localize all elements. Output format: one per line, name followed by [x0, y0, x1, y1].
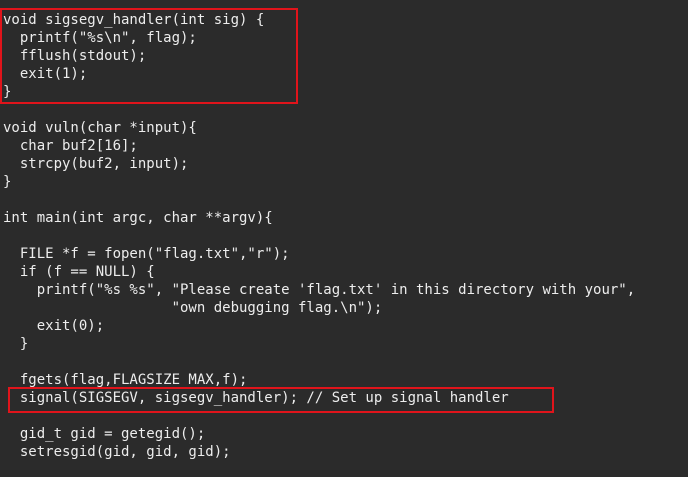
signal-highlight-box	[8, 387, 554, 413]
code-line-8: char buf2[16];	[3, 138, 138, 154]
code-line-19: }	[3, 336, 29, 352]
code-line-15: if (f == NULL) {	[3, 264, 155, 280]
code-line-12: int main(int argc, char **argv){	[3, 210, 273, 226]
code-line-24: gid_t gid = getegid();	[3, 426, 206, 442]
code-line-17: "own debugging flag.\n");	[3, 300, 383, 316]
code-line-16: printf("%s %s", "Please create 'flag.txt…	[3, 282, 636, 298]
code-line-14: FILE *f = fopen("flag.txt","r");	[3, 246, 290, 262]
handler-highlight-box	[0, 8, 298, 104]
code-line-7: void vuln(char *input){	[3, 120, 197, 136]
code-line-18: exit(0);	[3, 318, 105, 334]
code-line-9: strcpy(buf2, input);	[3, 156, 189, 172]
code-line-25: setresgid(gid, gid, gid);	[3, 444, 231, 460]
code-editor[interactable]: void sigsegv_handler(int sig) { printf("…	[0, 0, 688, 477]
code-line-10: }	[3, 174, 12, 190]
